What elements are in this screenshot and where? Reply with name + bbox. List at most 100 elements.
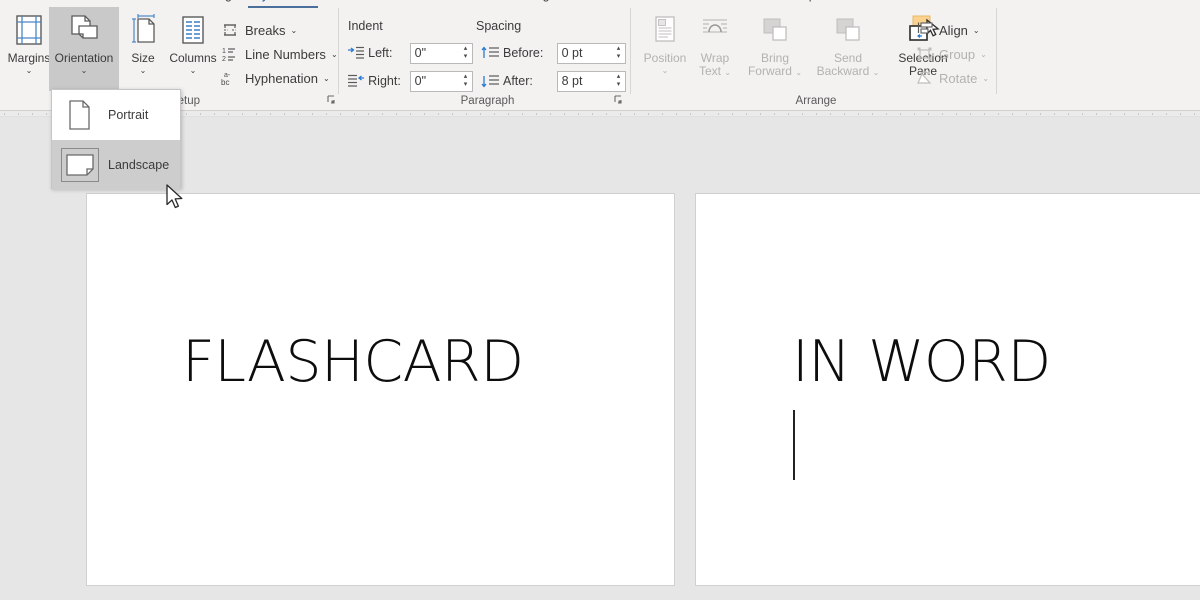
spacing-after-row: After: 8 pt ▴ ▾ — [481, 70, 626, 92]
svg-text:1: 1 — [222, 48, 226, 55]
chevron-down-icon: ⌄ — [323, 73, 330, 83]
group-arrange: Position ⌄ Wrap Text ⌄ Bring Forward ⌄ S… — [634, 5, 998, 110]
chevron-down-icon: ⌄ — [980, 49, 987, 59]
page-1-heading: FLASHCARD — [182, 329, 524, 395]
spacing-after-label: After: — [503, 74, 533, 88]
align-label: Align — [939, 22, 968, 38]
indent-left-row: Left: 0" ▴ ▾ — [348, 42, 473, 64]
columns-label: Columns — [169, 51, 217, 65]
bring-forward-button[interactable]: Bring Forward ⌄ — [738, 7, 812, 91]
spacing-before-stepper[interactable]: ▴ ▾ — [612, 44, 625, 63]
tab-references-label: References — [400, 0, 464, 2]
tab-layout-label: Layout — [248, 0, 286, 2]
spacing-before-input[interactable]: 0 pt ▴ ▾ — [556, 42, 626, 64]
chevron-down-icon: ⌄ — [795, 68, 803, 77]
bring-forward-icon — [760, 10, 790, 50]
chevron-down-icon: ⌄ — [189, 66, 197, 75]
indent-right-stepper[interactable]: ▴ ▾ — [459, 72, 472, 91]
spacing-after-icon — [481, 73, 500, 89]
chevron-down-icon: ⌄ — [330, 49, 338, 59]
orientation-icon — [66, 10, 102, 50]
menu-item-portrait[interactable]: Portrait — [52, 90, 180, 140]
stepper-down-icon: ▾ — [616, 81, 621, 88]
margins-label: Margins — [7, 51, 51, 65]
chevron-down-icon: ⌄ — [139, 66, 147, 75]
stepper-down-icon: ▾ — [463, 53, 468, 60]
orientation-button[interactable]: Orientation ⌄ — [49, 7, 119, 91]
spacing-header: Spacing — [476, 19, 522, 33]
send-backward-sublabel: Backward — [816, 64, 870, 78]
bring-forward-sublabel-row: Forward ⌄ — [748, 65, 802, 79]
send-backward-icon — [833, 10, 863, 50]
stepper-up-icon: ▴ — [616, 45, 621, 52]
paragraph-dialog-launcher[interactable] — [613, 94, 627, 108]
line-numbers-icon: 1 2 — [220, 45, 240, 63]
chevron-down-icon: ⌄ — [872, 68, 880, 77]
stepper-up-icon: ▴ — [463, 73, 468, 80]
spacing-after-stepper[interactable]: ▴ ▾ — [612, 72, 625, 91]
menu-item-landscape[interactable]: Landscape — [52, 140, 180, 190]
align-button[interactable]: Align ⌄ — [914, 19, 980, 41]
send-backward-button[interactable]: Send Backward ⌄ — [806, 7, 890, 91]
stepper-down-icon: ▾ — [463, 81, 468, 88]
indent-header: Indent — [348, 19, 383, 33]
line-numbers-label: Line Numbers — [245, 46, 326, 62]
spacing-after-input[interactable]: 8 pt ▴ ▾ — [556, 70, 626, 92]
wrap-text-sublabel-row: Text ⌄ — [699, 65, 731, 79]
orientation-dropdown-menu[interactable]: Portrait Landscape — [51, 89, 181, 190]
stepper-down-icon: ▾ — [616, 53, 621, 60]
group-paragraph: Indent Spacing Left: 0" ▴ ▾ Right: 0" ▴ … — [345, 5, 630, 110]
breaks-label: Breaks — [245, 22, 286, 38]
spacing-before-icon — [481, 45, 500, 61]
spacing-before-value: 0 pt — [561, 46, 583, 60]
indent-left-input[interactable]: 0" ▴ ▾ — [409, 42, 473, 64]
group-label-paragraph: Paragraph — [460, 95, 515, 107]
svg-text:bc: bc — [221, 78, 229, 86]
indent-right-value: 0" — [414, 74, 427, 88]
rotate-label: Rotate — [939, 70, 978, 86]
indent-left-stepper[interactable]: ▴ ▾ — [459, 44, 472, 63]
hyphenation-button[interactable]: a- bc Hyphenation ⌄ — [220, 67, 330, 89]
line-numbers-button[interactable]: 1 2 Line Numbers ⌄ — [220, 43, 338, 65]
word-window: Design Layout References Mailings Review… — [0, 0, 1200, 600]
chevron-down-icon: ⌄ — [972, 25, 980, 35]
chevron-down-icon: ⌄ — [661, 66, 669, 75]
group-divider-1 — [338, 8, 339, 94]
document-page-2[interactable]: IN WORD — [695, 193, 1200, 586]
document-page-1[interactable]: FLASHCARD — [86, 193, 675, 586]
portrait-icon-wrap — [52, 98, 108, 132]
tab-review-label: Review — [620, 0, 661, 2]
document-workspace[interactable]: FLASHCARD IN WORD — [0, 117, 1200, 600]
wrap-text-button[interactable]: Wrap Text ⌄ — [684, 7, 746, 91]
tab-mailings-label: Mailings — [510, 0, 556, 2]
hyphenation-icon: a- bc — [220, 69, 240, 87]
stepper-up-icon: ▴ — [463, 45, 468, 52]
page-setup-dialog-launcher[interactable] — [326, 94, 340, 108]
indent-left-value: 0" — [414, 46, 427, 60]
group-icon — [914, 45, 934, 63]
text-cursor-caret — [793, 410, 795, 480]
landscape-page-icon — [61, 148, 99, 182]
rotate-icon — [914, 69, 934, 87]
chevron-down-icon: ⌄ — [724, 68, 732, 77]
breaks-button[interactable]: Breaks ⌄ — [220, 19, 297, 41]
wrap-text-icon — [700, 10, 730, 50]
tab-help-label: Help — [790, 0, 816, 2]
chevron-down-icon: ⌄ — [290, 25, 298, 35]
group-divider-2 — [630, 8, 631, 94]
columns-button[interactable]: Columns ⌄ — [157, 7, 229, 91]
position-label: Position — [643, 51, 687, 65]
portrait-page-icon — [61, 98, 99, 132]
indent-right-icon — [348, 73, 365, 89]
orientation-label: Orientation — [54, 51, 114, 65]
breaks-icon — [220, 21, 240, 39]
group-label: Group — [939, 46, 976, 62]
group-button[interactable]: Group ⌄ — [914, 43, 987, 65]
send-backward-sublabel-row: Backward ⌄ — [817, 65, 880, 79]
rotate-button[interactable]: Rotate ⌄ — [914, 67, 989, 89]
indent-right-input[interactable]: 0" ▴ ▾ — [409, 70, 473, 92]
margins-icon — [14, 10, 44, 50]
chevron-down-icon: ⌄ — [25, 66, 33, 75]
size-label: Size — [131, 51, 155, 65]
spacing-before-row: Before: 0 pt ▴ ▾ — [481, 42, 626, 64]
